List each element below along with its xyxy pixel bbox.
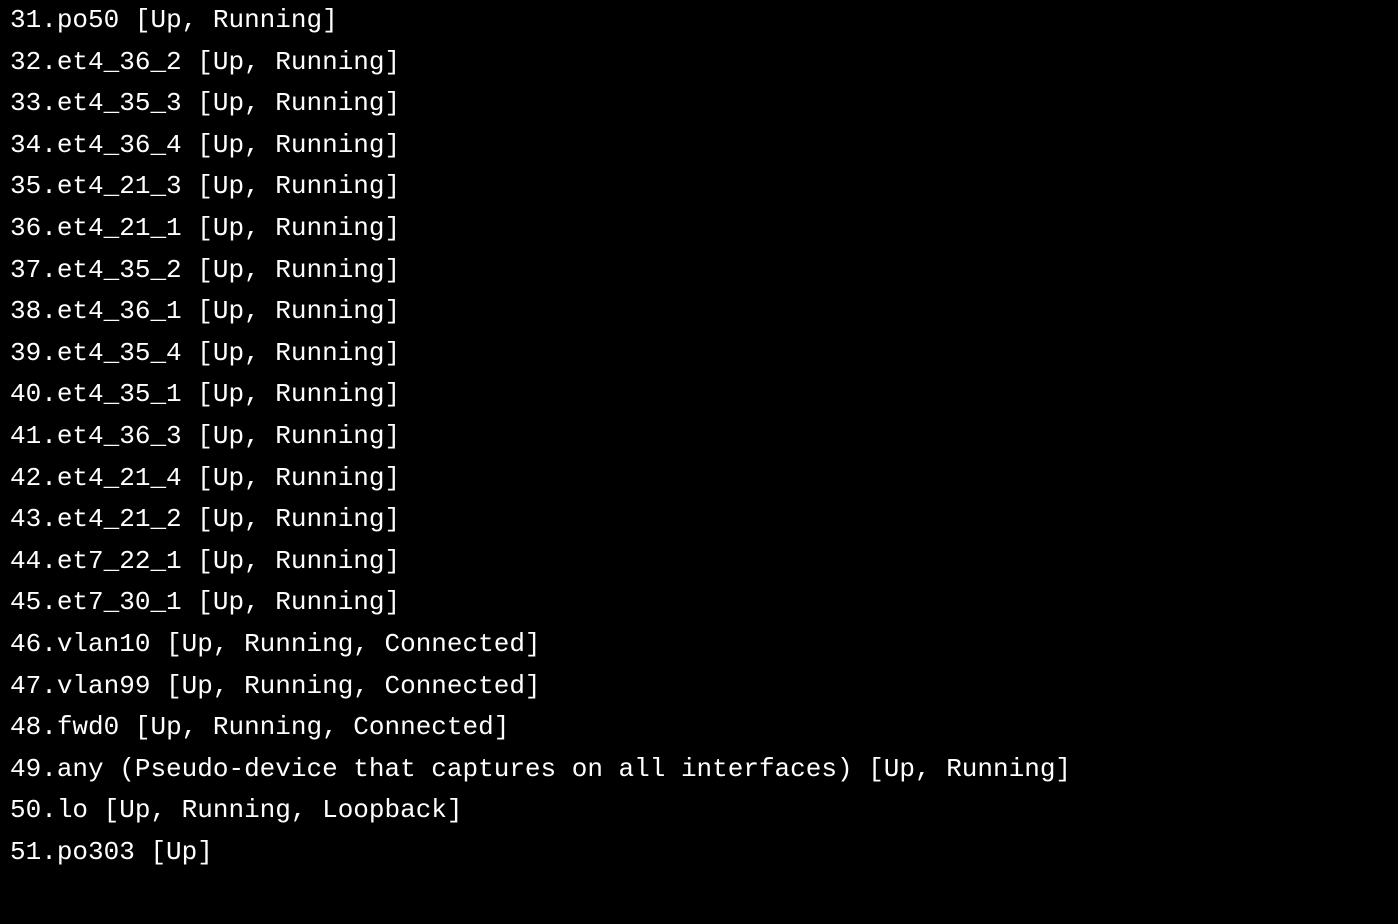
interface-status: [Up, Running] bbox=[197, 338, 400, 368]
interface-line: 51.po303 [Up] bbox=[10, 832, 1388, 874]
interface-line: 38.et4_36_1 [Up, Running] bbox=[10, 291, 1388, 333]
interface-name: po50 bbox=[57, 5, 119, 35]
interface-line: 50.lo [Up, Running, Loopback] bbox=[10, 790, 1388, 832]
interface-name: vlan99 bbox=[57, 671, 151, 701]
interface-line: 37.et4_35_2 [Up, Running] bbox=[10, 250, 1388, 292]
interface-name: et4_35_2 bbox=[57, 255, 182, 285]
interface-name: et4_35_3 bbox=[57, 88, 182, 118]
interface-status: [Up, Running] bbox=[197, 379, 400, 409]
interface-status: [Up, Running] bbox=[197, 504, 400, 534]
terminal-output[interactable]: 31.po50 [Up, Running]32.et4_36_2 [Up, Ru… bbox=[10, 0, 1388, 873]
interface-name: lo bbox=[57, 795, 88, 825]
interface-index: 46 bbox=[10, 629, 41, 659]
interface-line: 45.et7_30_1 [Up, Running] bbox=[10, 582, 1388, 624]
interface-status: [Up, Running] bbox=[197, 296, 400, 326]
interface-line: 36.et4_21_1 [Up, Running] bbox=[10, 208, 1388, 250]
interface-line: 39.et4_35_4 [Up, Running] bbox=[10, 333, 1388, 375]
interface-index: 33 bbox=[10, 88, 41, 118]
interface-index: 42 bbox=[10, 463, 41, 493]
interface-status: [Up, Running, Connected] bbox=[135, 712, 509, 742]
interface-name: et4_36_2 bbox=[57, 47, 182, 77]
interface-status: [Up, Running] bbox=[197, 171, 400, 201]
interface-line: 35.et4_21_3 [Up, Running] bbox=[10, 166, 1388, 208]
interface-name: vlan10 bbox=[57, 629, 151, 659]
interface-name: fwd0 bbox=[57, 712, 119, 742]
interface-name: any bbox=[57, 754, 104, 784]
interface-name: et4_21_3 bbox=[57, 171, 182, 201]
interface-name: et4_35_4 bbox=[57, 338, 182, 368]
interface-line: 40.et4_35_1 [Up, Running] bbox=[10, 374, 1388, 416]
interface-index: 32 bbox=[10, 47, 41, 77]
interface-index: 47 bbox=[10, 671, 41, 701]
interface-index: 49 bbox=[10, 754, 41, 784]
interface-name: et4_21_4 bbox=[57, 463, 182, 493]
interface-line: 44.et7_22_1 [Up, Running] bbox=[10, 541, 1388, 583]
interface-index: 38 bbox=[10, 296, 41, 326]
interface-index: 48 bbox=[10, 712, 41, 742]
interface-status: [Up, Running] bbox=[197, 463, 400, 493]
interface-index: 31 bbox=[10, 5, 41, 35]
interface-status: [Up, Running] bbox=[197, 546, 400, 576]
interface-index: 39 bbox=[10, 338, 41, 368]
interface-status: [Up, Running] bbox=[868, 754, 1071, 784]
interface-name: et4_36_1 bbox=[57, 296, 182, 326]
interface-line: 31.po50 [Up, Running] bbox=[10, 0, 1388, 42]
interface-line: 41.et4_36_3 [Up, Running] bbox=[10, 416, 1388, 458]
interface-index: 35 bbox=[10, 171, 41, 201]
interface-name: et4_36_4 bbox=[57, 130, 182, 160]
interface-index: 40 bbox=[10, 379, 41, 409]
interface-status: [Up, Running, Connected] bbox=[166, 671, 540, 701]
interface-index: 50 bbox=[10, 795, 41, 825]
interface-name: et7_22_1 bbox=[57, 546, 182, 576]
interface-status: [Up, Running] bbox=[197, 47, 400, 77]
interface-name: et4_36_3 bbox=[57, 421, 182, 451]
interface-index: 51 bbox=[10, 837, 41, 867]
interface-line: 34.et4_36_4 [Up, Running] bbox=[10, 125, 1388, 167]
interface-index: 45 bbox=[10, 587, 41, 617]
interface-index: 43 bbox=[10, 504, 41, 534]
interface-line: 42.et4_21_4 [Up, Running] bbox=[10, 458, 1388, 500]
interface-name: et4_21_1 bbox=[57, 213, 182, 243]
interface-description: (Pseudo-device that captures on all inte… bbox=[119, 754, 852, 784]
interface-index: 41 bbox=[10, 421, 41, 451]
interface-status: [Up, Running] bbox=[197, 213, 400, 243]
interface-line: 32.et4_36_2 [Up, Running] bbox=[10, 42, 1388, 84]
interface-status: [Up, Running] bbox=[135, 5, 338, 35]
interface-index: 34 bbox=[10, 130, 41, 160]
interface-status: [Up, Running] bbox=[197, 421, 400, 451]
interface-index: 36 bbox=[10, 213, 41, 243]
interface-name: et4_35_1 bbox=[57, 379, 182, 409]
interface-line: 48.fwd0 [Up, Running, Connected] bbox=[10, 707, 1388, 749]
interface-status: [Up, Running, Connected] bbox=[166, 629, 540, 659]
interface-line: 47.vlan99 [Up, Running, Connected] bbox=[10, 666, 1388, 708]
interface-line: 33.et4_35_3 [Up, Running] bbox=[10, 83, 1388, 125]
interface-status: [Up, Running] bbox=[197, 130, 400, 160]
interface-index: 44 bbox=[10, 546, 41, 576]
interface-line: 49.any (Pseudo-device that captures on a… bbox=[10, 749, 1388, 791]
interface-status: [Up, Running] bbox=[197, 88, 400, 118]
interface-status: [Up, Running, Loopback] bbox=[104, 795, 463, 825]
interface-line: 46.vlan10 [Up, Running, Connected] bbox=[10, 624, 1388, 666]
interface-index: 37 bbox=[10, 255, 41, 285]
interface-status: [Up] bbox=[150, 837, 212, 867]
interface-line: 43.et4_21_2 [Up, Running] bbox=[10, 499, 1388, 541]
interface-name: et4_21_2 bbox=[57, 504, 182, 534]
interface-status: [Up, Running] bbox=[197, 587, 400, 617]
interface-name: et7_30_1 bbox=[57, 587, 182, 617]
interface-status: [Up, Running] bbox=[197, 255, 400, 285]
interface-name: po303 bbox=[57, 837, 135, 867]
